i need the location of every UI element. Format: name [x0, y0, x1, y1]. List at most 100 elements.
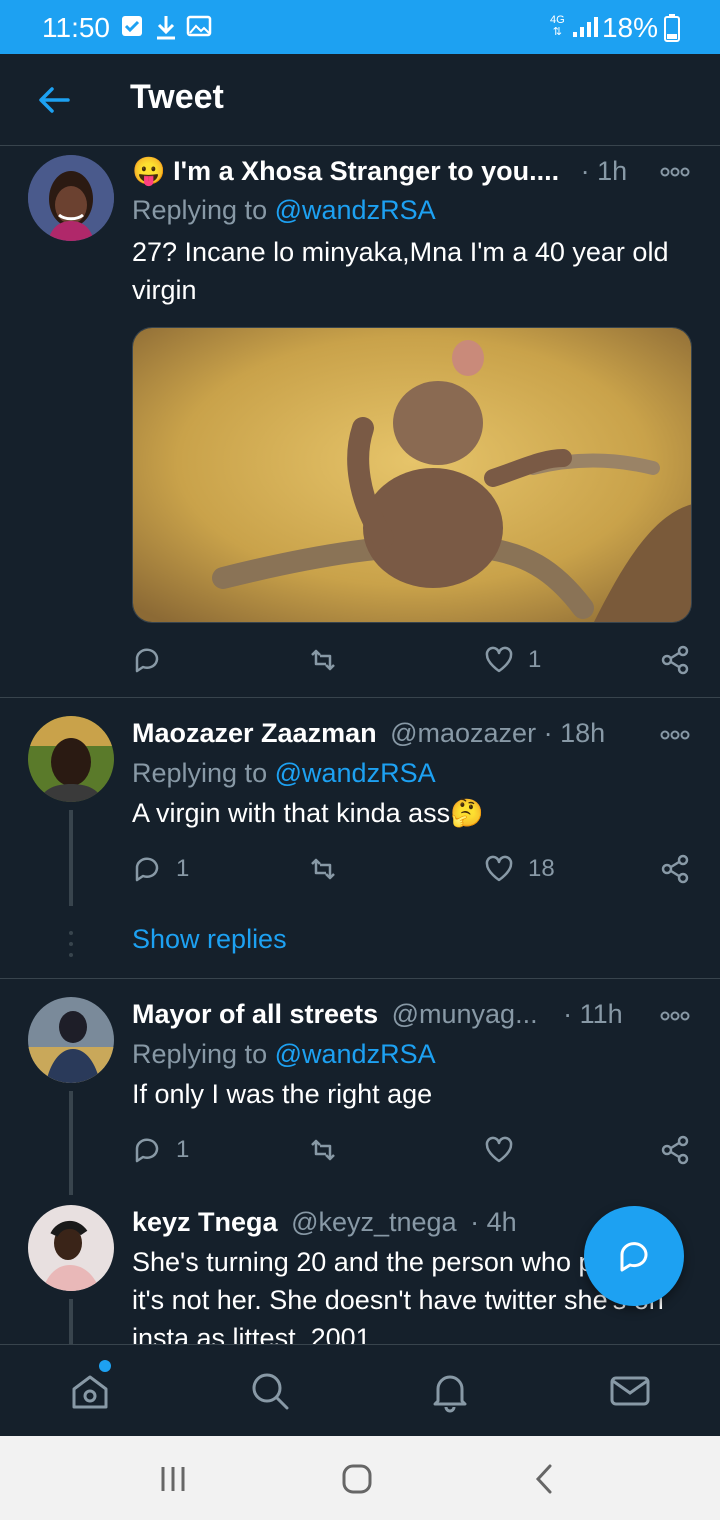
reply-button[interactable]: 1 [132, 1133, 189, 1167]
replying-label: Replying to [132, 758, 268, 788]
avatar[interactable] [28, 1205, 114, 1291]
replying-handle-link[interactable]: @wandzRSA [275, 758, 436, 788]
home-button-icon[interactable] [340, 1462, 374, 1496]
share-icon [661, 854, 689, 884]
reply-count: 1 [176, 855, 190, 882]
replying-handle-link[interactable]: @wandzRSA [275, 195, 436, 225]
display-name[interactable]: I'm a Xhosa Stranger to you.... [173, 156, 559, 186]
tweet-actions: 1 [132, 643, 692, 677]
retweet-icon [311, 649, 335, 671]
share-button[interactable] [660, 852, 690, 886]
thread-line [69, 810, 73, 906]
retweet-icon [311, 1139, 335, 1161]
avatar[interactable] [28, 997, 114, 1083]
share-button[interactable] [660, 643, 690, 677]
reply-button[interactable]: 1 [132, 852, 189, 886]
replying-to: Replying to @wandzRSA [132, 1039, 436, 1070]
display-name[interactable]: keyz Tnega [132, 1207, 278, 1237]
reply-button[interactable] [132, 643, 176, 677]
thread-ellipsis-icon [68, 930, 74, 958]
app-bar: Tweet [0, 54, 720, 146]
more-options-icon[interactable] [660, 167, 690, 177]
home-icon[interactable] [68, 1369, 112, 1413]
compose-reply-button[interactable] [584, 1206, 684, 1306]
tweet-1[interactable]: 😛 I'm a Xhosa Stranger to you.... · 1h R… [0, 147, 720, 697]
avatar[interactable] [28, 155, 114, 241]
tweet-text: 27? Incane lo minyaka,Mna I'm a 40 year … [132, 237, 669, 305]
timestamp: · 1h [580, 156, 628, 186]
replying-to: Replying to @wandzRSA [132, 195, 436, 226]
retweet-button[interactable] [308, 643, 352, 677]
network-type-icon: 4G ⇅ [550, 14, 565, 38]
compose-reply-icon [620, 1242, 648, 1272]
replying-handle-link[interactable]: @wandzRSA [275, 1039, 436, 1069]
tweet-actions: 1 18 [132, 852, 692, 886]
reply-icon [135, 648, 159, 673]
heart-icon [485, 646, 513, 673]
like-button[interactable]: 18 [484, 852, 555, 886]
tweet-2[interactable]: Maozazer Zaazman @maozazer · 18h Replyin… [0, 698, 720, 978]
tweet-text: A virgin with that kinda ass🤔 [132, 798, 484, 828]
tweet-header: Maozazer Zaazman @maozazer · 18h [132, 718, 605, 749]
network-type-label: 4G [550, 14, 565, 26]
status-bar: 11:50 4G ⇅ 18% [0, 0, 720, 54]
share-button[interactable] [660, 1133, 690, 1167]
tweet-actions: 1 [132, 1133, 692, 1167]
user-handle[interactable]: @maozazer [390, 718, 536, 748]
status-time: 11:50 [42, 12, 110, 43]
messages-envelope-icon[interactable] [608, 1369, 652, 1413]
back-icon[interactable] [528, 1462, 562, 1496]
user-handle[interactable]: @munyag... [392, 999, 538, 1029]
tweet-header: 😛 I'm a Xhosa Stranger to you.... · 1h [132, 155, 627, 187]
timestamp: · 4h [470, 1207, 517, 1237]
tweet-header: keyz Tnega @keyz_tnega · 4h [132, 1207, 517, 1238]
checkbox-notification-icon [122, 16, 142, 36]
notification-dot [99, 1360, 111, 1372]
avatar[interactable] [28, 716, 114, 802]
retweet-button[interactable] [308, 1133, 352, 1167]
reply-count: 1 [176, 1136, 190, 1163]
like-count: 1 [528, 646, 542, 673]
like-button[interactable]: 1 [484, 643, 541, 677]
display-name[interactable]: Maozazer Zaazman [132, 718, 377, 748]
show-replies-link[interactable]: Show replies [132, 924, 287, 955]
heart-icon [485, 855, 513, 882]
page-title: Tweet [130, 78, 224, 116]
more-options-icon[interactable] [660, 730, 690, 740]
tweet-text: If only I was the right age [132, 1079, 433, 1109]
like-button[interactable] [484, 1133, 528, 1167]
notifications-bell-icon[interactable] [428, 1369, 472, 1413]
tweet-header: Mayor of all streets @munyag... · 11h [132, 999, 623, 1030]
retweet-button[interactable] [308, 852, 352, 886]
tweet-image[interactable] [132, 327, 692, 623]
retweet-icon [311, 858, 335, 880]
reply-icon [135, 1138, 159, 1163]
replying-to: Replying to @wandzRSA [132, 758, 436, 789]
signal-icon [573, 17, 598, 37]
tweet-3[interactable]: Mayor of all streets @munyag... · 11h Re… [0, 979, 720, 1195]
search-icon[interactable] [248, 1369, 292, 1413]
timestamp: · 18h [543, 718, 606, 748]
gallery-icon [186, 15, 212, 37]
replying-label: Replying to [132, 195, 268, 225]
back-arrow-icon[interactable] [36, 82, 72, 118]
system-navigation-bar [0, 1436, 720, 1520]
tweet-thread[interactable]: 😛 I'm a Xhosa Stranger to you.... · 1h R… [0, 147, 720, 1344]
user-handle[interactable]: @keyz_tnega [291, 1207, 457, 1237]
heart-icon [485, 1136, 513, 1163]
bottom-tab-bar [0, 1344, 720, 1436]
timestamp: · 11h [563, 999, 623, 1029]
battery-percent: 18% [601, 12, 658, 43]
share-icon [661, 1135, 689, 1165]
more-options-icon[interactable] [660, 1011, 690, 1021]
recent-apps-icon[interactable] [156, 1462, 190, 1496]
replying-label: Replying to [132, 1039, 268, 1069]
reply-icon [135, 857, 159, 882]
display-name[interactable]: Mayor of all streets [132, 999, 378, 1029]
download-icon [157, 16, 175, 40]
thread-line [69, 1091, 73, 1195]
battery-icon [664, 14, 680, 42]
share-icon [661, 645, 689, 675]
like-count: 18 [528, 855, 555, 882]
thread-line [69, 1299, 73, 1344]
